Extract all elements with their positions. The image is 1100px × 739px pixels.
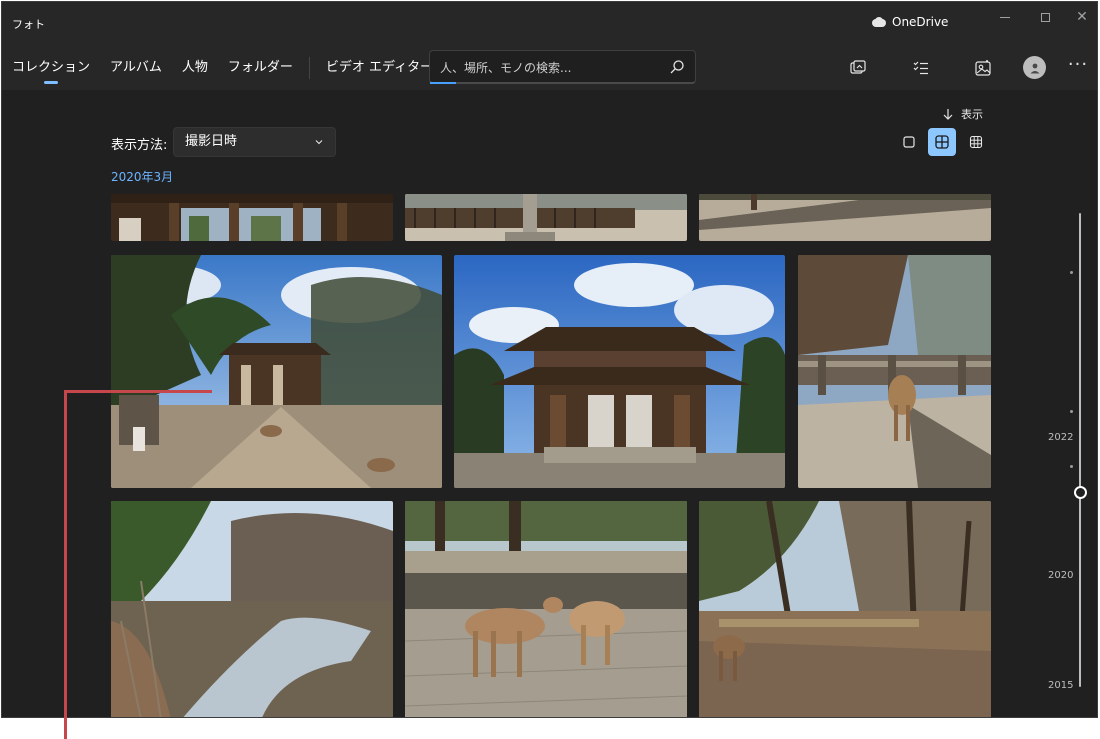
- gravel-path-photo: [699, 194, 991, 241]
- arrow-down-icon: [943, 109, 953, 120]
- account-avatar[interactable]: [1023, 56, 1046, 79]
- tab-people[interactable]: 人物: [172, 46, 218, 90]
- search-focus-indicator: [430, 82, 456, 84]
- view-by-value: 撮影日時: [185, 134, 238, 149]
- chevron-down-icon: [315, 140, 323, 145]
- great-gate-photo: [454, 255, 785, 488]
- tab-folders[interactable]: フォルダー: [218, 46, 303, 90]
- grid-icon: [935, 135, 949, 149]
- stream-photo: [111, 501, 393, 717]
- search-box[interactable]: [429, 50, 696, 84]
- close-icon: ✕: [1076, 9, 1088, 25]
- temple-courtyard-photo: [111, 255, 442, 488]
- date-group-header[interactable]: 2020年3月: [111, 168, 173, 185]
- photo-tile[interactable]: [798, 255, 991, 488]
- tab-collection[interactable]: コレクション: [2, 46, 100, 90]
- photo-tile[interactable]: [111, 194, 393, 241]
- photo-tile[interactable]: [111, 255, 442, 488]
- photo-tile[interactable]: [405, 501, 687, 717]
- photo-tile[interactable]: [699, 501, 991, 717]
- photo-tile[interactable]: [454, 255, 785, 488]
- temple-gate-photo: [111, 194, 393, 241]
- title-bar: フォト OneDrive ✕: [2, 2, 1097, 46]
- minimize-icon: [1000, 16, 1010, 18]
- dense-grid-icon: [969, 135, 983, 149]
- import-icon[interactable]: [846, 56, 870, 80]
- more-icon[interactable]: ···: [1066, 56, 1090, 80]
- deer-park-photo: [699, 501, 991, 717]
- tab-albums[interactable]: アルバム: [100, 46, 172, 90]
- photo-tile[interactable]: [699, 194, 991, 241]
- timeline-marker: [1070, 410, 1073, 413]
- photo-tile[interactable]: [405, 194, 687, 241]
- small-tile-button[interactable]: [962, 128, 990, 156]
- annotation-callout-line: [64, 390, 212, 393]
- annotation-callout-line: [64, 390, 67, 739]
- photo-tile[interactable]: [111, 501, 393, 717]
- close-button[interactable]: ✕: [1062, 2, 1097, 32]
- view-by-dropdown[interactable]: 撮影日時: [173, 127, 336, 157]
- fence-photo: [405, 194, 687, 241]
- timeline-year[interactable]: 2020: [1048, 570, 1073, 581]
- timeline-scrubber[interactable]: [1074, 486, 1087, 499]
- nav-divider: [308, 57, 310, 79]
- timeline-marker: [1070, 465, 1073, 468]
- nav-tabs: コレクション アルバム 人物 フォルダー ビデオ エディター: [2, 46, 443, 90]
- minimize-button[interactable]: [985, 2, 1025, 32]
- person-icon: [1030, 63, 1039, 73]
- timeline-year[interactable]: 2015: [1048, 680, 1073, 691]
- search-input[interactable]: [440, 59, 660, 77]
- deer-bridge-photo: [798, 255, 991, 488]
- view-by-label: 表示方法:: [111, 138, 168, 153]
- medium-tile-button[interactable]: [928, 128, 956, 156]
- collection-view: 表示 表示方法: 撮影日時 2020年3月 2022 2020 2015: [2, 90, 1097, 717]
- onedrive-status[interactable]: OneDrive: [870, 15, 948, 29]
- select-icon[interactable]: [909, 56, 933, 80]
- edit-image-icon[interactable]: [971, 56, 995, 80]
- maximize-button[interactable]: [1025, 2, 1065, 32]
- large-tile-button[interactable]: [895, 128, 923, 156]
- timeline-track[interactable]: [1079, 213, 1081, 687]
- app-title: フォト: [12, 18, 45, 31]
- square-icon: [903, 136, 915, 148]
- tab-video-editor[interactable]: ビデオ エディター: [316, 46, 443, 90]
- maximize-icon: [1040, 12, 1050, 22]
- sort-label: 表示: [961, 108, 983, 121]
- timeline-marker: [1070, 271, 1073, 274]
- sort-button[interactable]: 表示: [943, 106, 983, 122]
- nav-bar: コレクション アルバム 人物 フォルダー ビデオ エディター 人、場所、モノの検…: [2, 46, 1097, 90]
- timeline-year[interactable]: 2022: [1048, 432, 1073, 443]
- onedrive-label: OneDrive: [892, 15, 949, 29]
- search-icon[interactable]: [669, 59, 685, 75]
- photos-window: フォト OneDrive ✕ コレクション アルバム 人物 フォルダー ビデオ …: [1, 1, 1098, 718]
- two-deer-photo: [405, 501, 687, 717]
- cloud-icon: [870, 17, 886, 27]
